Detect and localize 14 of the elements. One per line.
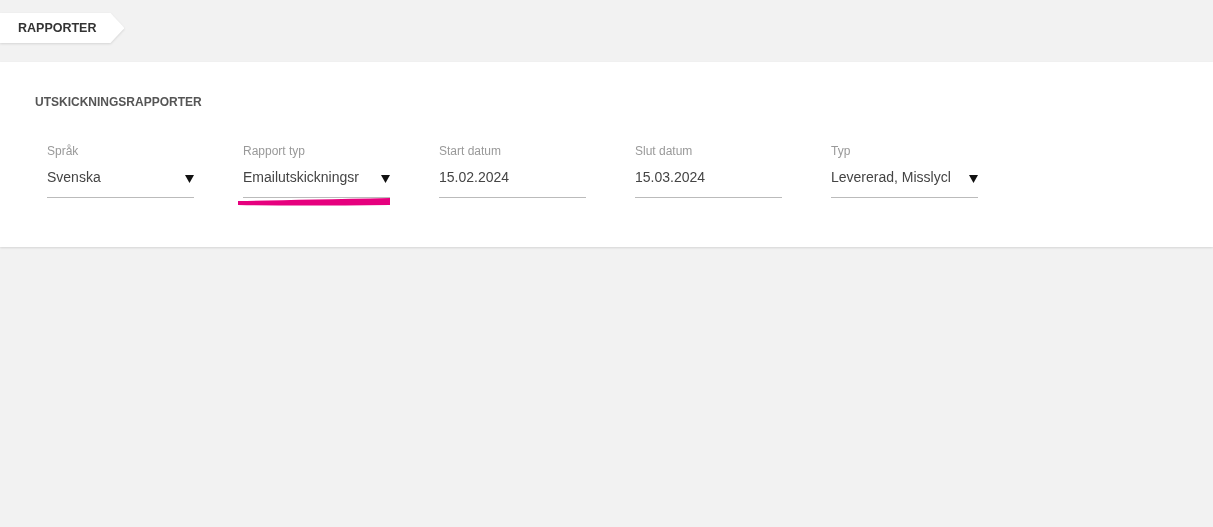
field-label: Start datum (439, 144, 502, 158)
select-field[interactable]: Svenska (47, 169, 194, 198)
section-title: UTSKICKNINGSRAPPORTER (35, 95, 202, 109)
date-field[interactable]: 15.03.2024 (635, 169, 782, 198)
caret-icon (381, 175, 390, 183)
caret-icon (969, 175, 978, 183)
date-field[interactable]: 15.02.2024 (439, 169, 586, 198)
select-field[interactable]: Levererad, Misslycl (831, 169, 978, 198)
field-label: Slut datum (635, 144, 693, 158)
field-label: Rapport typ (243, 144, 306, 158)
caret-icon (185, 175, 194, 183)
field-label: Språk (47, 144, 79, 158)
field-label: Typ (831, 144, 851, 158)
breadcrumb-tab[interactable]: RAPPORTER (0, 13, 125, 43)
